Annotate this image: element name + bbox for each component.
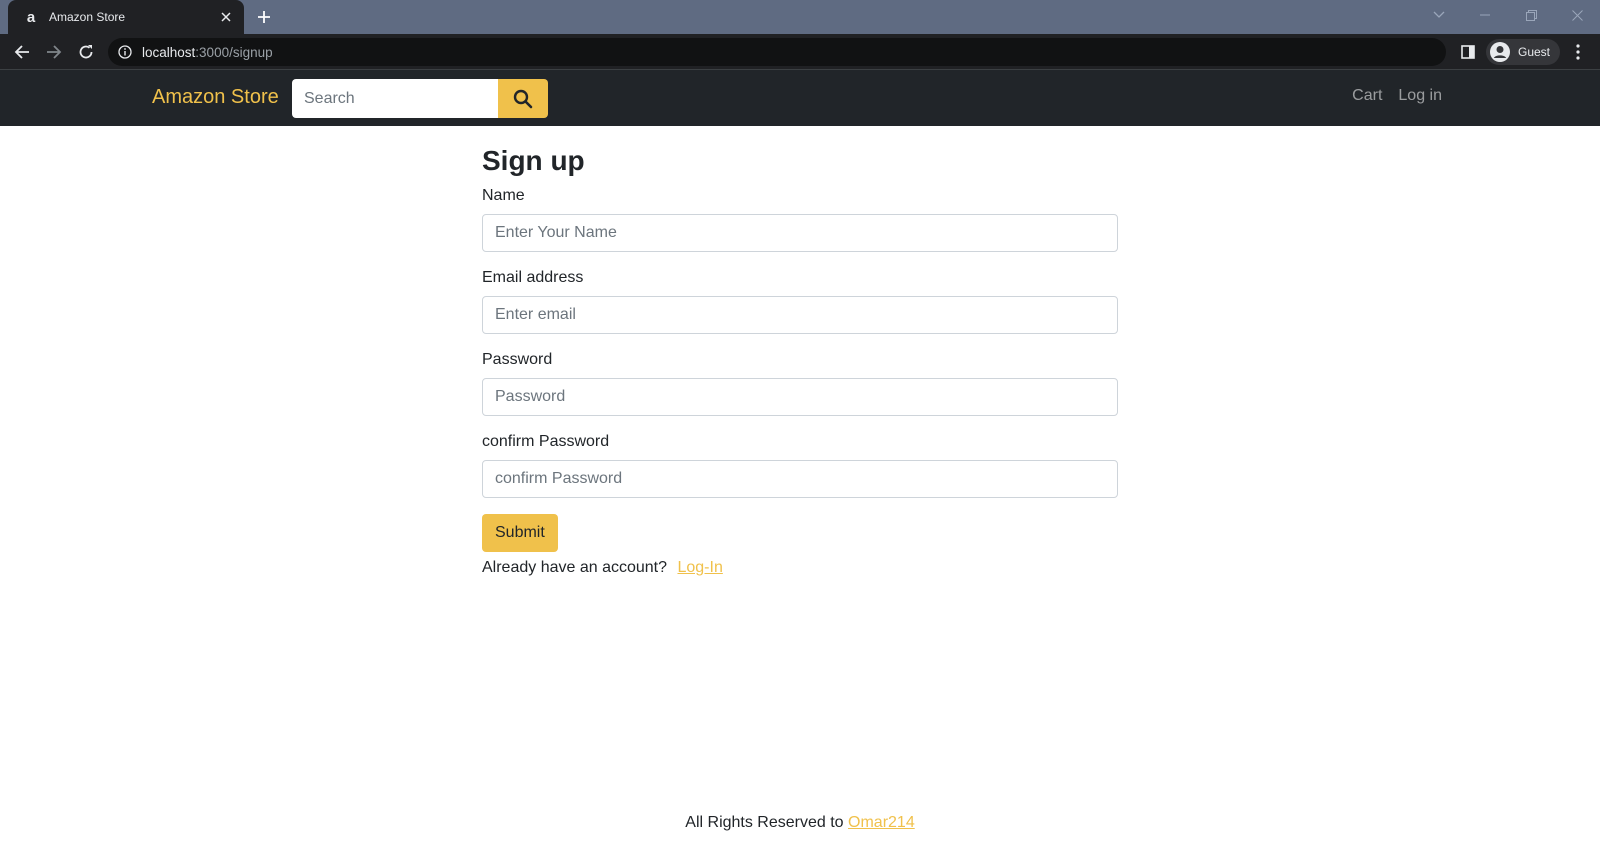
confirm-password-field[interactable] — [482, 460, 1118, 498]
signup-form: Sign up Name Email address Password conf… — [482, 126, 1118, 578]
login-link[interactable]: Log-In — [677, 559, 722, 576]
window-close-button[interactable] — [1554, 0, 1600, 30]
email-field[interactable] — [482, 296, 1118, 334]
close-icon[interactable] — [218, 9, 234, 25]
name-group: Name — [482, 186, 1118, 252]
browser-tabstrip: a Amazon Store — [0, 0, 1600, 34]
plus-icon — [258, 11, 270, 23]
brand-link[interactable]: Amazon Store — [152, 86, 279, 109]
confirm-password-group: confirm Password — [482, 432, 1118, 498]
password-group: Password — [482, 350, 1118, 416]
footer: All Rights Reserved to Omar214 — [0, 814, 1600, 832]
back-button[interactable] — [8, 38, 36, 66]
browser-menu-button[interactable] — [1568, 42, 1588, 62]
avatar-icon — [1490, 42, 1510, 62]
tab-title: Amazon Store — [49, 10, 126, 24]
side-panel-icon — [1461, 45, 1475, 59]
have-account-line: Already have an account? Log-In — [482, 558, 1118, 578]
search-button[interactable] — [498, 79, 548, 118]
name-field[interactable] — [482, 214, 1118, 252]
url-host: localhost — [142, 44, 196, 60]
footer-text: All Rights Reserved to — [685, 814, 849, 831]
page-title: Sign up — [482, 145, 585, 176]
info-icon[interactable] — [118, 45, 132, 59]
minimize-button[interactable] — [1462, 0, 1508, 30]
search-input[interactable] — [292, 79, 498, 118]
browser-toolbar: localhost:3000/signup Guest — [0, 34, 1600, 70]
new-tab-button[interactable] — [252, 5, 276, 29]
footer-author-link[interactable]: Omar214 — [848, 814, 915, 831]
password-field[interactable] — [482, 378, 1118, 416]
reload-button[interactable] — [72, 38, 100, 66]
browser-tab[interactable]: a Amazon Store — [8, 0, 244, 34]
close-icon — [1571, 9, 1583, 21]
search-icon — [513, 89, 533, 108]
confirm-password-label: confirm Password — [482, 433, 610, 450]
url-text: localhost:3000/signup — [142, 45, 273, 60]
profile-button[interactable]: Guest — [1486, 39, 1560, 65]
url-path: :3000/signup — [195, 44, 273, 60]
chevron-down-icon — [1433, 11, 1445, 18]
search-form — [292, 79, 548, 118]
password-label: Password — [482, 351, 553, 368]
name-label: Name — [482, 187, 525, 204]
window-controls — [1416, 0, 1600, 34]
submit-button[interactable]: Submit — [482, 514, 558, 552]
app-navbar: Amazon Store Cart Log in — [0, 70, 1600, 126]
restore-button[interactable] — [1508, 0, 1554, 30]
forward-button[interactable] — [40, 38, 68, 66]
address-bar[interactable]: localhost:3000/signup — [108, 38, 1446, 66]
reload-icon — [79, 45, 93, 59]
restore-icon — [1525, 9, 1537, 21]
email-group: Email address — [482, 268, 1118, 334]
arrow-right-icon — [47, 45, 62, 59]
arrow-left-icon — [14, 45, 29, 59]
tab-search-button[interactable] — [1416, 0, 1462, 30]
kebab-menu-icon — [1576, 44, 1580, 60]
login-nav-link[interactable]: Log in — [1398, 87, 1442, 105]
amazon-a-icon: a — [26, 8, 36, 26]
minimize-icon — [1480, 14, 1490, 16]
nav-links: Cart Log in — [1352, 87, 1442, 105]
email-label: Email address — [482, 269, 584, 286]
cart-link[interactable]: Cart — [1352, 87, 1382, 105]
have-account-text: Already have an account? — [482, 559, 668, 576]
side-panel-button[interactable] — [1458, 42, 1478, 62]
profile-label: Guest — [1518, 45, 1551, 59]
